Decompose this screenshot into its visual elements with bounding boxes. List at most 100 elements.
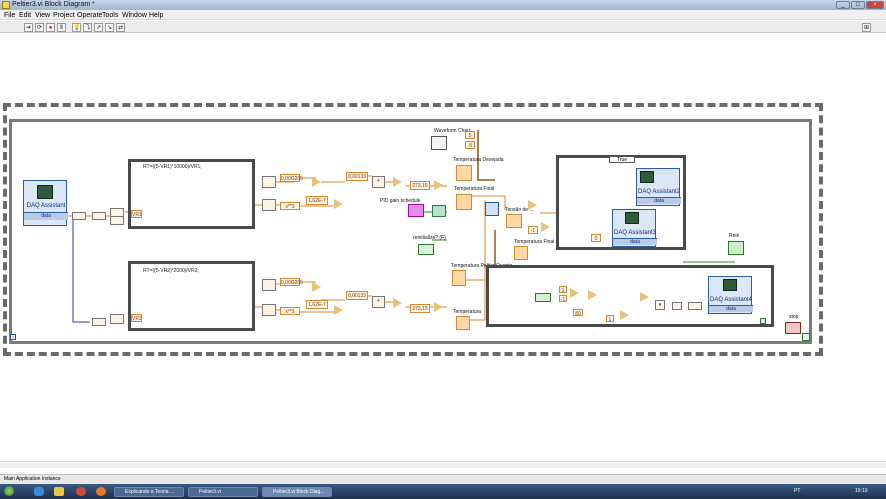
task-peltier-diagram[interactable]: Peltier3.vi Block Diag... bbox=[262, 487, 332, 497]
task-peltier-front[interactable]: Peltier3.vi bbox=[188, 487, 258, 497]
start-button[interactable] bbox=[4, 486, 14, 496]
daq3-data[interactable]: data bbox=[613, 238, 657, 245]
formula-node-2[interactable]: RT=((5-VR2)*2000)/VR2; VR2 bbox=[128, 261, 255, 331]
vr1-input[interactable]: VR1 bbox=[131, 210, 142, 218]
pid-vi-node[interactable] bbox=[432, 205, 446, 217]
clock[interactable]: 19:19 bbox=[855, 488, 868, 494]
multiply-node-4[interactable] bbox=[334, 305, 343, 315]
firefox-icon[interactable] bbox=[96, 487, 106, 496]
daq3-icon bbox=[625, 212, 639, 224]
daq4-icon bbox=[723, 279, 737, 291]
temperatura-indicator bbox=[456, 316, 470, 330]
const-1b[interactable]: 1 bbox=[606, 315, 614, 323]
power-node-1[interactable] bbox=[262, 199, 276, 211]
ie-icon[interactable] bbox=[34, 487, 44, 496]
explorer-icon[interactable] bbox=[54, 487, 64, 496]
formula-text-1: RT=((5-VR1)*10000)/VR1; bbox=[143, 164, 202, 170]
constant-a-1[interactable]: 0,00G205 bbox=[280, 174, 303, 182]
power-node-2[interactable] bbox=[262, 304, 276, 316]
daq-icon bbox=[37, 185, 53, 199]
reciprocal-node-1[interactable] bbox=[393, 177, 402, 187]
pid-gain-schedule-control[interactable] bbox=[408, 204, 424, 217]
constant-b-2[interactable]: 1,62E-7 bbox=[306, 300, 328, 309]
daq4-title: DAQ Assistant4 bbox=[709, 297, 753, 303]
tensao-indicator bbox=[506, 214, 522, 228]
subtract-node-1[interactable] bbox=[434, 180, 443, 190]
multiply-node-1[interactable] bbox=[312, 177, 321, 187]
temp-desejada-control[interactable] bbox=[456, 165, 472, 181]
iteration-terminal: i bbox=[10, 334, 16, 341]
const-0[interactable]: 0 bbox=[591, 234, 601, 242]
compare-node-1[interactable] bbox=[528, 200, 537, 210]
cube-node-2[interactable]: x**3 bbox=[280, 307, 300, 315]
language-indicator[interactable]: PT bbox=[794, 488, 800, 494]
kelvin-const-1[interactable]: 273,15 bbox=[410, 181, 430, 190]
index-array-node[interactable] bbox=[72, 212, 86, 220]
build-array-node[interactable] bbox=[672, 302, 682, 310]
daq-title: DAQ Assistant bbox=[26, 203, 66, 209]
constant-c-1[interactable]: 0,00133 bbox=[346, 172, 368, 181]
rele-indicator bbox=[728, 241, 744, 255]
cube-node-1[interactable]: x**3 bbox=[280, 202, 300, 210]
ln-node-1[interactable] bbox=[262, 176, 276, 188]
pid-node[interactable] bbox=[485, 202, 499, 216]
daq-assistant3-node[interactable]: DAQ Assistant3 data bbox=[612, 209, 657, 247]
compare-node-6[interactable] bbox=[640, 292, 649, 302]
reciprocal-node-2[interactable] bbox=[393, 298, 402, 308]
constant-a-2[interactable]: 0,00G205 bbox=[280, 278, 303, 286]
case-structure[interactable]: True DAQ Assistant2 data DAQ Assistant3 … bbox=[556, 155, 686, 250]
temp-final2-indicator bbox=[514, 246, 528, 260]
formula-node-1[interactable]: RT=((5-VR1)*10000)/VR1; VR1 bbox=[128, 159, 255, 229]
compound-add-1[interactable]: + bbox=[372, 176, 385, 188]
daq2-title: DAQ Assistant2 bbox=[637, 189, 681, 195]
waveform-chart-terminal[interactable] bbox=[431, 136, 447, 150]
inner-while-loop[interactable]: 1 -1 80 1 DAQ Assistant4 data bbox=[486, 265, 774, 327]
const-neg-1[interactable]: -1 bbox=[528, 226, 538, 234]
select-node[interactable]: ▾ bbox=[655, 300, 665, 310]
constant-b-1[interactable]: 1,62E-7 bbox=[306, 196, 328, 205]
inner-stop-terminal bbox=[760, 318, 766, 324]
ln-node-2[interactable] bbox=[262, 279, 276, 291]
daq-assistant2-node[interactable]: DAQ Assistant2 data bbox=[636, 168, 681, 206]
const-5[interactable]: 5 bbox=[465, 131, 475, 139]
convert-node[interactable] bbox=[92, 212, 106, 220]
kelvin-const-2[interactable]: 273,15 bbox=[410, 304, 430, 313]
compare-node-3[interactable] bbox=[570, 288, 579, 298]
daq4-data[interactable]: data bbox=[709, 305, 753, 312]
const-neg-1b[interactable]: -1 bbox=[559, 295, 567, 303]
case-selector[interactable]: True bbox=[609, 156, 635, 163]
stop-label: stop bbox=[789, 314, 799, 320]
convert-bool-node[interactable] bbox=[688, 302, 702, 310]
horizontal-scrollbar[interactable] bbox=[0, 461, 886, 468]
const-1[interactable]: 1 bbox=[559, 286, 567, 294]
compare-node-2[interactable] bbox=[541, 222, 550, 232]
subtract-node-2[interactable] bbox=[434, 302, 443, 312]
multiply-node-2[interactable] bbox=[334, 199, 343, 209]
compound-add-2[interactable]: + bbox=[372, 296, 385, 308]
compare-node-5[interactable] bbox=[620, 310, 629, 320]
daq-data-terminal[interactable]: data bbox=[24, 212, 68, 220]
mean-node-3[interactable] bbox=[110, 314, 124, 324]
temp-final2-label: Temperatura Final bbox=[514, 239, 555, 245]
convert-node-2[interactable] bbox=[92, 318, 106, 326]
temp-final-indicator bbox=[456, 194, 472, 210]
daq-assistant4-node[interactable]: DAQ Assistant4 data bbox=[708, 276, 753, 314]
multiply-node-3[interactable] bbox=[312, 282, 321, 292]
const-neg-5[interactable]: -5 bbox=[465, 141, 475, 149]
bool-control[interactable] bbox=[535, 293, 551, 302]
stop-button[interactable] bbox=[785, 322, 801, 334]
loop-condition-terminal bbox=[802, 333, 810, 341]
task-explicando[interactable]: Explicando a Teoria ... bbox=[114, 487, 184, 497]
constant-c-2[interactable]: 0,00133 bbox=[346, 291, 368, 300]
mean-node-2[interactable] bbox=[110, 216, 124, 225]
rele-label: Relé bbox=[729, 233, 740, 239]
temp-desejada-label: Temperatura Desejada bbox=[453, 157, 504, 163]
reinitialize-toggle[interactable] bbox=[418, 244, 434, 255]
daq2-data[interactable]: data bbox=[637, 197, 681, 204]
temp-quente-indicator bbox=[452, 270, 466, 286]
const-80[interactable]: 80 bbox=[573, 309, 583, 317]
daq-assistant-node[interactable]: DAQ Assistant data bbox=[23, 180, 68, 226]
compare-node-4[interactable] bbox=[588, 290, 597, 300]
vr2-input[interactable]: VR2 bbox=[131, 314, 142, 322]
media-player-icon[interactable] bbox=[76, 487, 86, 496]
